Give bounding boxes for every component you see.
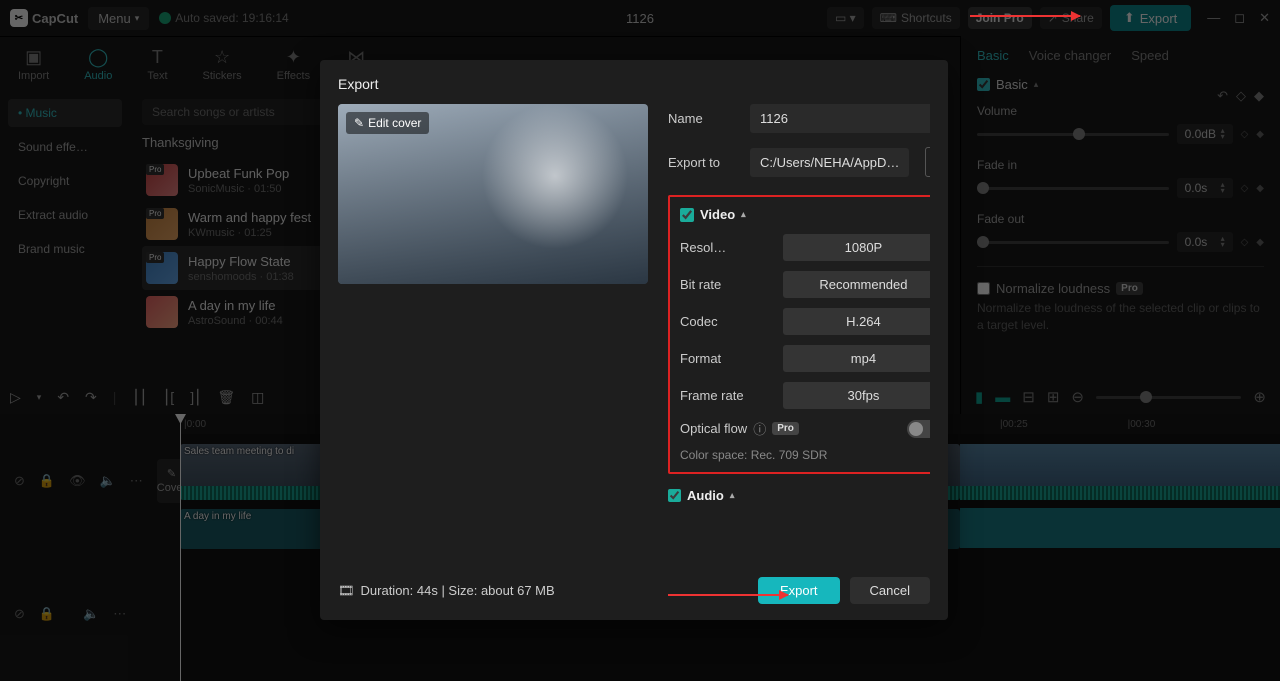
name-label: Name: [668, 111, 740, 126]
annotation-arrow: [668, 594, 788, 596]
modal-title: Export: [338, 76, 930, 92]
bitrate-label: Bit rate: [680, 277, 721, 292]
video-section-header[interactable]: Video ▴: [680, 207, 930, 222]
codec-select[interactable]: H.264: [783, 308, 930, 335]
export-preview: ✎ Edit cover: [338, 104, 648, 284]
framerate-select[interactable]: 30fps: [783, 382, 930, 409]
export-to-label: Export to: [668, 155, 740, 170]
format-label: Format: [680, 351, 721, 366]
optical-flow-toggle[interactable]: [907, 420, 930, 438]
cancel-button[interactable]: Cancel: [850, 577, 930, 604]
annotation-arrow: [970, 15, 1080, 17]
film-icon: 🎞: [338, 583, 355, 599]
resolution-label: Resol…: [680, 240, 726, 255]
video-settings-section: Video ▴ Resol…1080P Bit rateRecommended …: [668, 195, 930, 474]
codec-label: Codec: [680, 314, 718, 329]
video-checkbox[interactable]: [680, 208, 694, 222]
name-input[interactable]: [750, 104, 930, 133]
folder-button[interactable]: 🗀: [925, 147, 930, 177]
audio-checkbox[interactable]: [668, 489, 681, 502]
export-modal: Export ✎ Edit cover Name Export to C:/Us…: [320, 60, 948, 620]
pro-badge: Pro: [772, 422, 799, 435]
optical-flow-label: Optical flow ⓘ Pro: [680, 419, 799, 438]
color-space-text: Color space: Rec. 709 SDR: [680, 448, 930, 462]
resolution-select[interactable]: 1080P: [783, 234, 930, 261]
info-icon[interactable]: ⓘ: [753, 419, 766, 438]
bitrate-select[interactable]: Recommended: [783, 271, 930, 298]
export-footer-info: 🎞 Duration: 44s | Size: about 67 MB: [338, 583, 555, 599]
export-to-path: C:/Users/NEHA/AppD…: [750, 148, 909, 177]
export-button[interactable]: Export: [758, 577, 840, 604]
audio-section-header[interactable]: Audio ▴: [668, 488, 930, 503]
framerate-label: Frame rate: [680, 388, 744, 403]
edit-cover-button[interactable]: ✎ Edit cover: [346, 112, 429, 134]
format-select[interactable]: mp4: [783, 345, 930, 372]
